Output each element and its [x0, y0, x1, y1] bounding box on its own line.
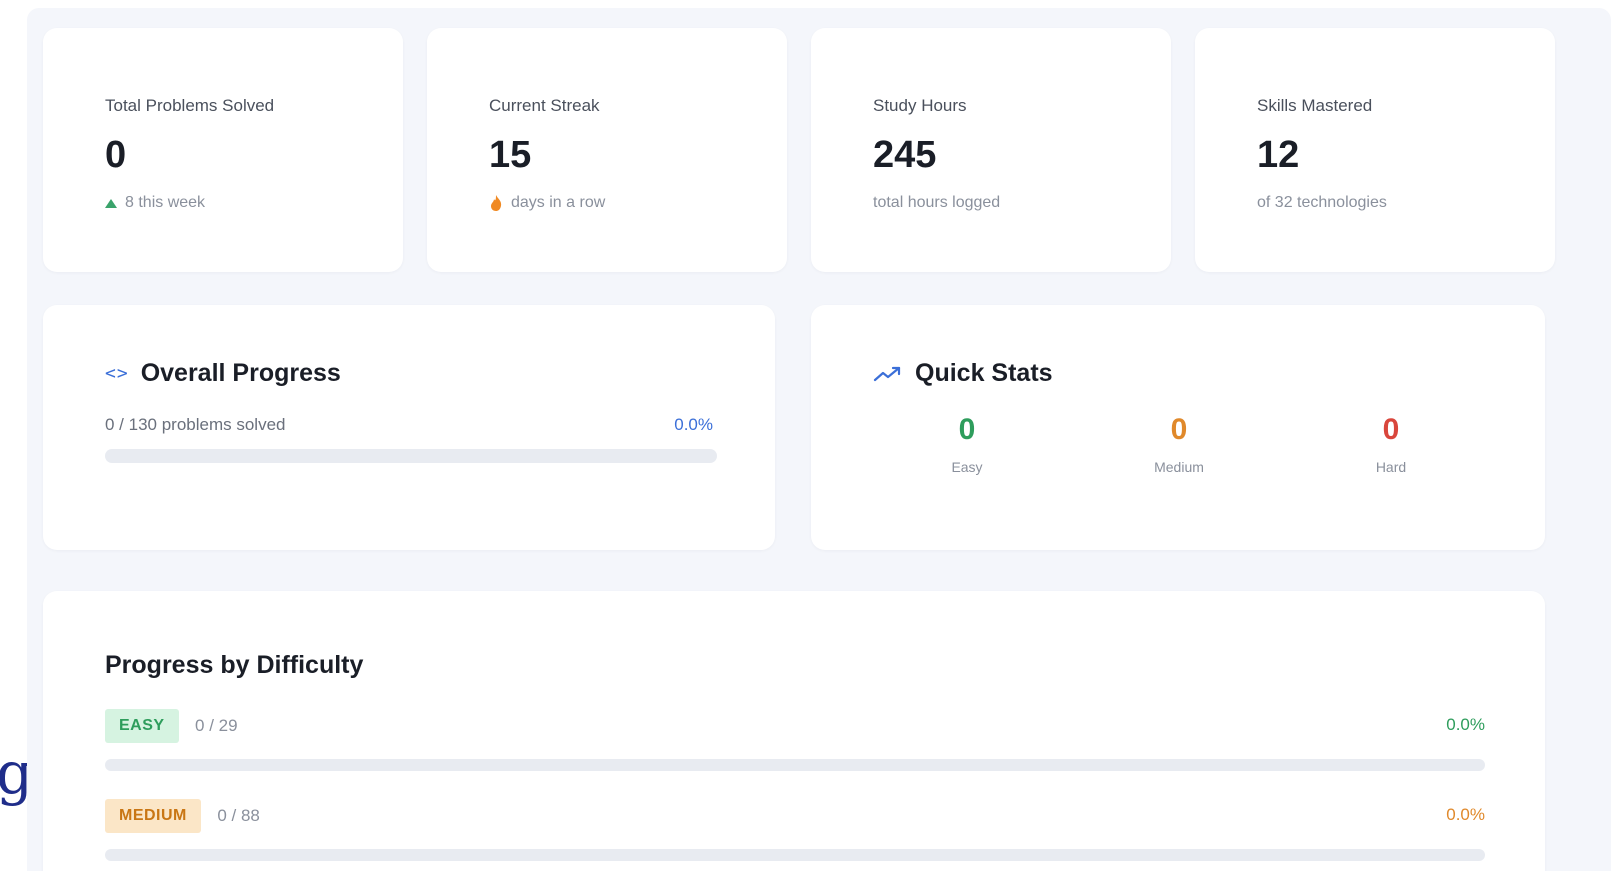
- quick-stats-card: Quick Stats 0 Easy 0 Medium 0 Hard: [811, 305, 1545, 550]
- overall-progress-title: <> Overall Progress: [105, 359, 341, 388]
- stat-sub-label: days in a row: [511, 194, 606, 211]
- difficulty-count: 0 / 29: [195, 715, 238, 735]
- stat-card-study-hours: Study Hours 245 total hours logged: [811, 28, 1171, 272]
- difficulty-row-easy: EASY 0 / 29 0.0%: [105, 709, 1485, 771]
- quick-stat-medium: 0 Medium: [1119, 413, 1239, 475]
- stat-label: Current Streak: [489, 96, 600, 115]
- dashboard: Total Problems Solved 0 8 this week Curr…: [27, 8, 1611, 871]
- stat-sub-label: 8 this week: [125, 194, 206, 211]
- stat-value: 15: [489, 134, 532, 176]
- progress-by-difficulty-card: Progress by Difficulty EASY 0 / 29 0.0% …: [43, 591, 1545, 871]
- overall-progress-bar: [105, 449, 717, 463]
- trending-line-icon: [873, 366, 901, 381]
- stat-sub-label: of 32 technologies: [1257, 194, 1387, 211]
- difficulty-percent: 0.0%: [1446, 805, 1485, 824]
- quick-stat-value: 0: [1170, 413, 1188, 446]
- overall-progress-card: <> Overall Progress 0 / 130 problems sol…: [43, 305, 775, 550]
- quick-stats-title: Quick Stats: [873, 359, 1053, 388]
- difficulty-count: 0 / 88: [217, 805, 260, 825]
- stat-value: 12: [1257, 134, 1300, 176]
- fire-icon: [491, 195, 502, 211]
- difficulty-row-medium: MEDIUM 0 / 88 0.0%: [105, 799, 1485, 861]
- stat-label: Study Hours: [873, 96, 967, 115]
- quick-stats-title-text: Quick Stats: [915, 359, 1053, 387]
- stat-value: 245: [873, 134, 937, 176]
- stat-card-total-solved: Total Problems Solved 0 8 this week: [43, 28, 403, 272]
- stat-subtext: 8 this week: [105, 194, 205, 212]
- quick-stat-hard: 0 Hard: [1331, 413, 1451, 475]
- stat-value: 0: [105, 134, 127, 176]
- overall-progress-summary: 0 / 130 problems solved: [105, 415, 286, 434]
- trend-up-icon: [105, 198, 117, 208]
- difficulty-badge: MEDIUM: [105, 799, 201, 833]
- stat-card-skills-mastered: Skills Mastered 12 of 32 technologies: [1195, 28, 1555, 272]
- stat-subtext: days in a row: [489, 194, 605, 212]
- stat-sub-label: total hours logged: [873, 194, 1001, 211]
- quick-stat-label: Hard: [1375, 459, 1407, 475]
- difficulty-progress-bar: [105, 849, 1485, 861]
- difficulty-percent: 0.0%: [1446, 715, 1485, 734]
- quick-stat-label: Medium: [1154, 459, 1204, 475]
- quick-stat-easy: 0 Easy: [907, 413, 1027, 475]
- stat-subtext: of 32 technologies: [1257, 194, 1387, 212]
- overall-progress-percent: 0.0%: [674, 415, 713, 434]
- quick-stat-label: Easy: [951, 459, 983, 475]
- stat-label: Skills Mastered: [1257, 96, 1373, 115]
- stat-card-current-streak: Current Streak 15 days in a row: [427, 28, 787, 272]
- quick-stat-value: 0: [1382, 413, 1400, 446]
- difficulty-badge: EASY: [105, 709, 179, 743]
- stat-label: Total Problems Solved: [105, 96, 275, 115]
- stat-subtext: total hours logged: [873, 194, 1000, 212]
- code-icon: <>: [105, 363, 129, 384]
- difficulty-progress-bar: [105, 759, 1485, 771]
- progress-by-difficulty-title: Progress by Difficulty: [105, 651, 364, 679]
- overall-progress-title-text: Overall Progress: [140, 359, 341, 387]
- quick-stat-value: 0: [958, 413, 976, 446]
